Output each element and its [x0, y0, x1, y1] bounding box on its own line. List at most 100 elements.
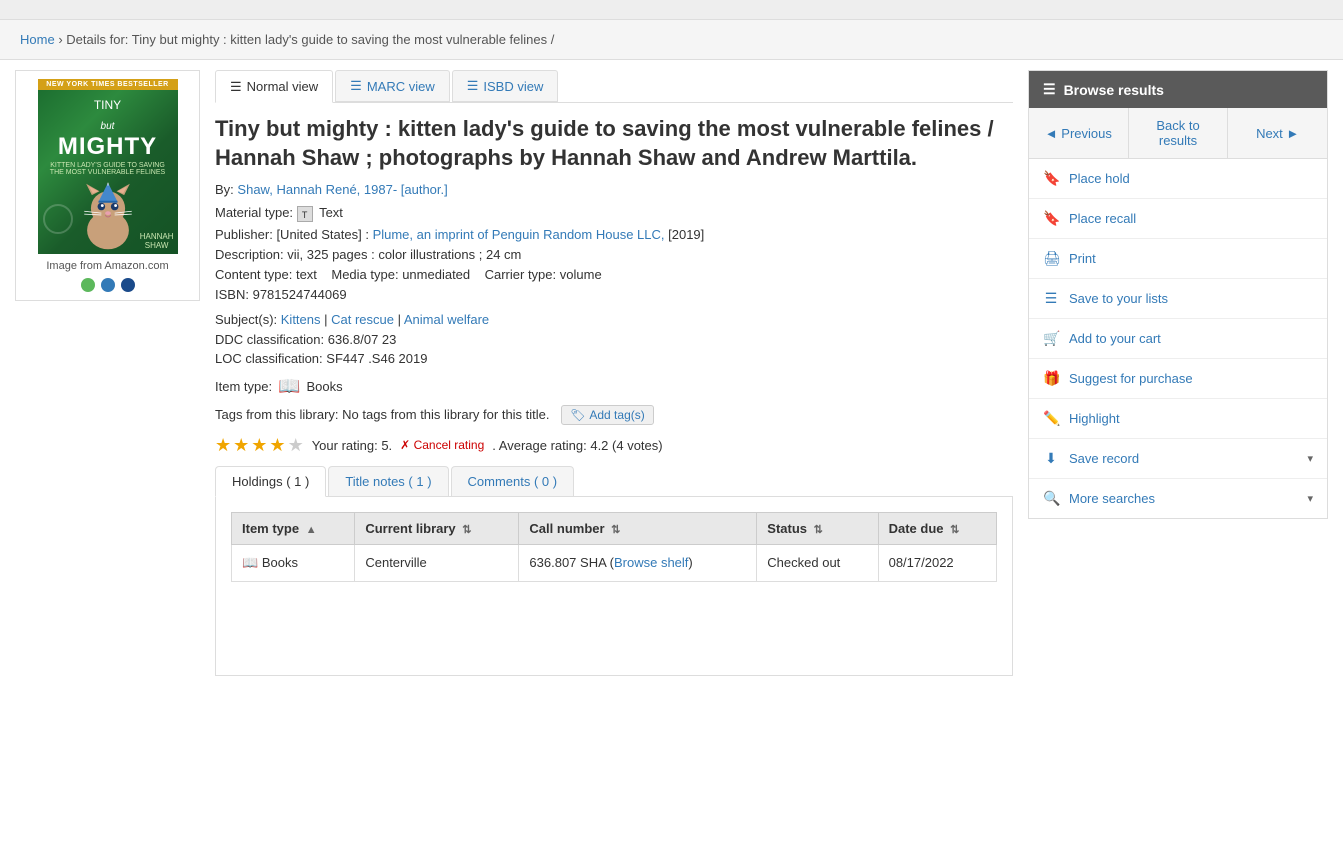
more-searches-icon: 🔍 [1043, 490, 1059, 507]
by-label: By: [215, 182, 234, 197]
more-searches-caret: ▾ [1307, 492, 1313, 505]
print-link[interactable]: 🖨 Print [1029, 239, 1327, 278]
back-to-results-button[interactable]: Back to results [1129, 108, 1229, 158]
action-more-searches: 🔍 More searches ▾ [1029, 479, 1327, 518]
normal-view-icon: ☰ [230, 79, 242, 95]
content-type-row: Content type: text Media type: unmediate… [215, 267, 1013, 282]
star-3[interactable]: ★ [251, 435, 267, 456]
star-5[interactable]: ★ [288, 435, 304, 456]
author-link[interactable]: Shaw, Hannah René, 1987- [author.] [237, 182, 447, 197]
next-button[interactable]: Next ► [1228, 108, 1327, 158]
col-current-library[interactable]: Current library ⇅ [355, 512, 519, 544]
material-type-value: Text [319, 205, 343, 220]
star-4[interactable]: ★ [269, 435, 285, 456]
tab-normal-view[interactable]: ☰ Normal view [215, 70, 333, 103]
cover-title: TINY but MIGHTY [52, 90, 163, 160]
isbn-value: 9781524744069 [253, 287, 347, 302]
tab-marc-view[interactable]: ☰ MARC view [335, 70, 450, 102]
ddc-row: DDC classification: 636.8/07 23 [215, 332, 1013, 347]
suggest-purchase-link[interactable]: 🎁 Suggest for purchase [1029, 359, 1327, 398]
publisher-label: Publisher: [215, 227, 273, 242]
star-2[interactable]: ★ [233, 435, 249, 456]
carrier-label: Carrier type: [485, 267, 557, 282]
browse-shelf-link[interactable]: Browse shelf [614, 555, 688, 570]
breadcrumb: Home › Details for: Tiny but mighty : ki… [0, 20, 1343, 60]
highlight-icon: ✏️ [1043, 410, 1059, 427]
subject-kittens-link[interactable]: Kittens [281, 312, 321, 327]
place-recall-link[interactable]: 🔖 Place recall [1029, 199, 1327, 238]
col-date-due[interactable]: Date due ⇅ [878, 512, 996, 544]
description-row: Description: vii, 325 pages : color illu… [215, 247, 1013, 262]
save-record-link[interactable]: ⬇ Save record ▾ [1029, 439, 1327, 478]
print-icon: 🖨 [1043, 250, 1059, 267]
item-type-value: Books [307, 379, 343, 394]
cover-source-label: Image from Amazon.com [24, 260, 191, 272]
cell-library: Centerville [355, 544, 519, 581]
marc-view-icon: ☰ [350, 78, 362, 94]
holdings-tabs: Holdings ( 1 ) Title notes ( 1 ) Comment… [215, 466, 1013, 496]
view-tabs: ☰ Normal view ☰ MARC view ☰ ISBD view [215, 70, 1013, 103]
cell-status: Checked out [757, 544, 878, 581]
media-value: unmediated [402, 267, 470, 282]
col-call-number[interactable]: Call number ⇅ [519, 512, 757, 544]
no-tags-text: No tags from this library for this title… [342, 407, 549, 422]
cell-date-due: 08/17/2022 [878, 544, 996, 581]
ddc-value: 636.8/07 23 [328, 332, 397, 347]
subjects-row: Subject(s): Kittens | Cat rescue | Anima… [215, 312, 1013, 327]
suggest-icon: 🎁 [1043, 370, 1059, 387]
cancel-rating-link[interactable]: ✗ Cancel rating [400, 438, 484, 452]
cart-icon: 🛒 [1043, 330, 1059, 347]
table-row: 📖 Books Centerville 636.807 SHA (Browse … [232, 544, 997, 581]
subject-cat-rescue-link[interactable]: Cat rescue [331, 312, 394, 327]
tab-isbd-view[interactable]: ☰ ISBD view [452, 70, 559, 102]
book-cover-image: NEW YORK TIMES BESTSELLER TINY but MIGHT… [38, 79, 178, 254]
tab-comments[interactable]: Comments ( 0 ) [451, 466, 575, 496]
highlight-link[interactable]: ✏️ Highlight [1029, 399, 1327, 438]
description-label: Description: [215, 247, 284, 262]
place-hold-icon: 🔖 [1043, 170, 1059, 187]
previous-button[interactable]: ◄ Previous [1029, 108, 1129, 158]
book-icon: 📖 [278, 376, 300, 397]
breadcrumb-separator: › [58, 32, 62, 47]
breadcrumb-home-link[interactable]: Home [20, 32, 55, 47]
cover-author: HANNAHSHAW [140, 232, 174, 250]
tags-row: Tags from this library: No tags from thi… [215, 405, 1013, 425]
cat-illustration [73, 178, 143, 254]
col-item-type[interactable]: Item type ▲ [232, 512, 355, 544]
cancel-x-icon: ✗ [400, 438, 410, 452]
subject-animal-welfare-link[interactable]: Animal welfare [404, 312, 489, 327]
tab-holdings[interactable]: Holdings ( 1 ) [215, 466, 326, 497]
loc-value: SF447 .S46 2019 [326, 351, 427, 366]
book-title: Tiny but mighty : kitten lady's guide to… [215, 115, 1013, 172]
star-rating[interactable]: ★ ★ ★ ★ ★ [215, 435, 304, 456]
loc-row: LOC classification: SF447 .S46 2019 [215, 351, 1013, 366]
subjects-label: Subject(s): [215, 312, 277, 327]
ddc-label: DDC classification: [215, 332, 324, 347]
place-recall-icon: 🔖 [1043, 210, 1059, 227]
average-rating-text: . Average rating: 4.2 (4 votes) [492, 438, 662, 453]
center-panel: ☰ Normal view ☰ MARC view ☰ ISBD view Ti… [215, 70, 1013, 676]
your-rating-text: Your rating: 5. [312, 438, 392, 453]
tab-title-notes[interactable]: Title notes ( 1 ) [328, 466, 448, 496]
save-to-lists-link[interactable]: ☰ Save to your lists [1029, 279, 1327, 318]
action-save-record: ⬇ Save record ▾ [1029, 439, 1327, 479]
save-record-caret: ▾ [1307, 452, 1313, 465]
add-tag-button[interactable]: 🏷 Add tag(s) [561, 405, 654, 425]
publisher-link[interactable]: Plume, an imprint of Penguin Random Hous… [373, 227, 665, 242]
cell-call-number: 636.807 SHA (Browse shelf) [519, 544, 757, 581]
book-cover-box: NEW YORK TIMES BESTSELLER TINY but MIGHT… [15, 70, 200, 301]
place-hold-link[interactable]: 🔖 Place hold [1029, 159, 1327, 198]
add-to-cart-link[interactable]: 🛒 Add to your cart [1029, 319, 1327, 358]
content-label: Content type: [215, 267, 292, 282]
rating-row: ★ ★ ★ ★ ★ Your rating: 5. ✗ Cancel ratin… [215, 435, 1013, 456]
loc-label: LOC classification: [215, 351, 323, 366]
action-place-recall: 🔖 Place recall [1029, 199, 1327, 239]
publisher-row: Publisher: [United States] : Plume, an i… [215, 227, 1013, 242]
action-add-to-cart: 🛒 Add to your cart [1029, 319, 1327, 359]
star-1[interactable]: ★ [215, 435, 231, 456]
col-status[interactable]: Status ⇅ [757, 512, 878, 544]
item-type-row: Item type: 📖 Books [215, 376, 1013, 397]
save-record-icon: ⬇ [1043, 450, 1059, 467]
more-searches-link[interactable]: 🔍 More searches ▾ [1029, 479, 1327, 518]
media-label: Media type: [331, 267, 398, 282]
